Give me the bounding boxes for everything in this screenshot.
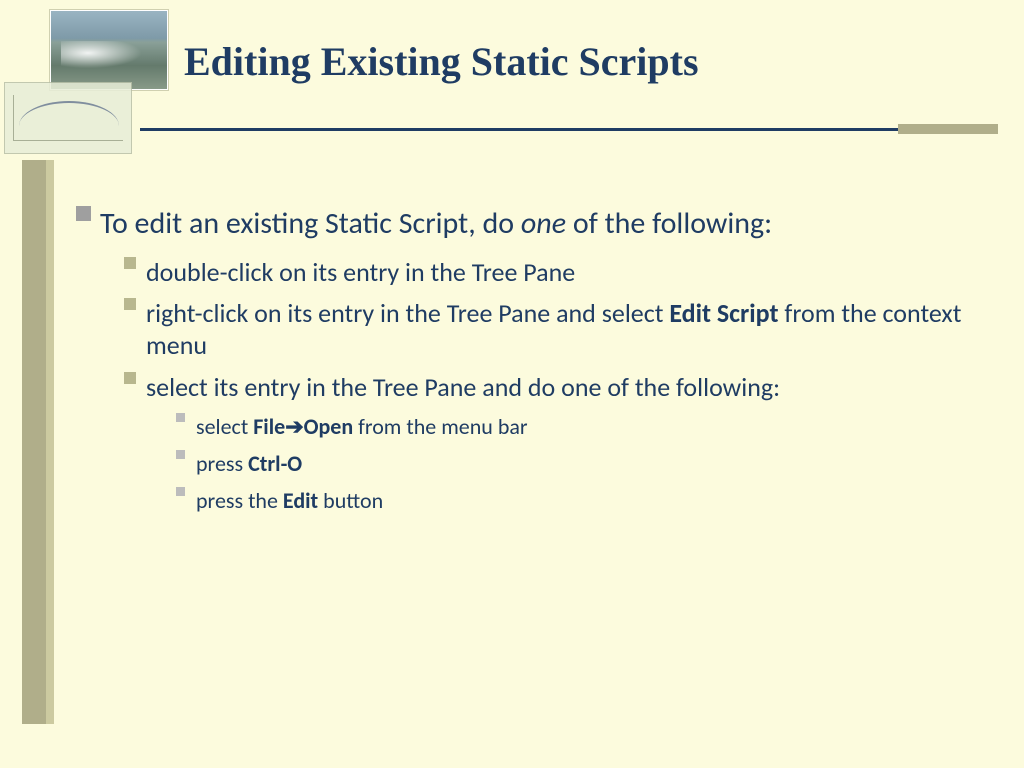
square-bullet-icon [124, 257, 146, 289]
bullet-text: To edit an existing Static Script, do on… [100, 206, 974, 243]
bullet-level3: press the Edit button [176, 487, 974, 516]
square-bullet-icon [176, 413, 196, 442]
header-image-graph [4, 82, 132, 154]
slide: { "title": "Editing Existing Static Scri… [0, 0, 1024, 768]
header-image-dam [50, 10, 168, 90]
text-segment: from the menu bar [353, 413, 527, 440]
title-underline-cap [898, 124, 998, 134]
square-bullet-icon [176, 450, 196, 479]
bullet-level3: press Ctrl-O [176, 450, 974, 479]
bullet-level2: double-click on its entry in the Tree Pa… [124, 257, 974, 289]
text-bold: Ctrl-O [248, 450, 302, 477]
square-bullet-icon [176, 487, 196, 516]
text-segment: select [196, 413, 253, 440]
bullet-level1: To edit an existing Static Script, do on… [76, 206, 974, 243]
text-bold: File [253, 413, 285, 440]
slide-title: Editing Existing Static Scripts [184, 38, 699, 85]
bullet-level2: right-click on its entry in the Tree Pan… [124, 298, 974, 361]
left-accent-bar-edge [46, 160, 54, 724]
left-accent-bar [22, 160, 46, 724]
bullet-text: press the Edit button [196, 487, 974, 516]
text-bold: Edit [283, 487, 318, 514]
text-segment: of the following: [566, 205, 772, 242]
text-segment: To edit an existing Static Script, do [100, 205, 521, 242]
bullet-text: press Ctrl-O [196, 450, 974, 479]
text-segment: right-click on its entry in the Tree Pan… [146, 297, 669, 329]
arrow-icon: ➔ [285, 414, 303, 439]
square-bullet-icon [124, 372, 146, 404]
bullet-level2: select its entry in the Tree Pane and do… [124, 372, 974, 404]
bullet-text: double-click on its entry in the Tree Pa… [146, 257, 974, 289]
bullet-text: right-click on its entry in the Tree Pan… [146, 298, 974, 361]
bullet-text: select File➔Open from the menu bar [196, 413, 974, 442]
text-segment: press the [196, 487, 283, 514]
bullet-level3: select File➔Open from the menu bar [176, 413, 974, 442]
square-bullet-icon [76, 206, 100, 243]
text-emphasis: one [521, 205, 566, 242]
text-segment: press [196, 450, 248, 477]
title-underline [140, 128, 998, 131]
text-bold: Open [304, 413, 354, 440]
bullet-text: select its entry in the Tree Pane and do… [146, 372, 974, 404]
text-segment: button [318, 487, 383, 514]
slide-body: To edit an existing Static Script, do on… [76, 206, 974, 523]
square-bullet-icon [124, 298, 146, 361]
text-bold: Edit Script [669, 297, 778, 329]
